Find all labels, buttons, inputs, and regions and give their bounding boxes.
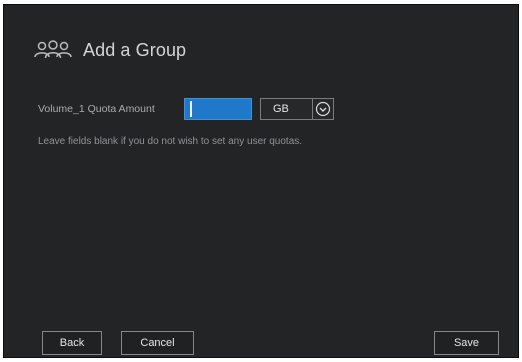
- quota-amount-input[interactable]: [184, 98, 252, 120]
- quota-unit-select[interactable]: GB: [260, 98, 334, 120]
- quota-amount-label: Volume_1 Quota Amount: [38, 103, 155, 115]
- quota-hint-text: Leave fields blank if you do not wish to…: [38, 136, 303, 147]
- save-button[interactable]: Save: [434, 331, 499, 355]
- add-group-dialog: Add a Group Volume_1 Quota Amount GB Lea…: [3, 4, 519, 358]
- text-cursor: [190, 101, 192, 117]
- back-button[interactable]: Back: [42, 331, 102, 355]
- group-icon: [33, 39, 73, 61]
- cancel-button[interactable]: Cancel: [121, 331, 194, 355]
- dialog-header: Add a Group: [33, 35, 186, 65]
- quota-unit-value: GB: [273, 103, 289, 115]
- quota-row: Volume_1 Quota Amount GB: [38, 96, 334, 122]
- chevron-down-icon[interactable]: [313, 99, 333, 119]
- page-title: Add a Group: [83, 39, 187, 60]
